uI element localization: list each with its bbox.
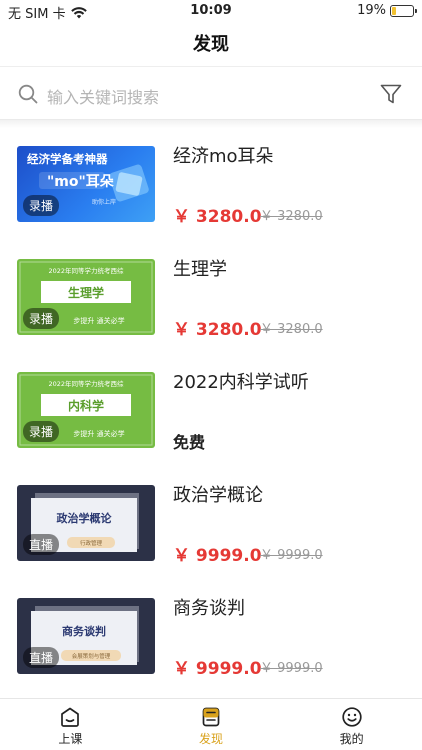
thumb-caption: 会展策划与管理 [72,652,111,660]
thumb-caption: 步提升 通关必学 [73,316,124,325]
course-title: 政治学概论 [173,485,263,506]
course-title: 商务谈判 [173,598,245,619]
course-title: 经济mo耳朵 [173,146,274,167]
smiley-icon [342,707,362,727]
course-thumbnail: 政治学概论 行政管理 直播 [17,485,155,561]
thumb-sub: 生理学 [68,285,104,300]
free-label: 免费 [173,433,206,452]
search-bar[interactable]: 输入关键词搜索 [0,66,422,120]
course-original-price: ￥ 9999.0 [260,661,323,676]
course-thumbnail: 2022年同等学力统考西综 内科学 步提升 通关必学 录播 [17,372,155,448]
course-thumbnail: 商务谈判 会展策划与管理 直播 [17,598,155,674]
thumb-caption: 助你上岸 [92,198,116,206]
course-price: ￥ 3280.0 [173,207,262,227]
discover-icon [202,707,220,727]
thumb-sub: 内科学 [68,398,104,413]
list-item[interactable]: 经济学备考神器 "mo"耳朵 助你上岸 录播 经济mo耳朵 ￥ 3280.0 ￥… [0,128,422,241]
thumb-headline: 2022年同等学力统考西综 [48,266,124,275]
thumb-headline: 经济学备考神器 [27,152,108,166]
thumb-sub: 政治学概论 [57,511,113,525]
course-type-badge: 录播 [23,421,60,442]
tab-classroom[interactable]: 上课 [0,699,141,750]
course-original-price: ￥ 3280.0 [260,209,323,224]
list-item[interactable]: 2022年同等学力统考西综 内科学 步提升 通关必学 录播 2022内科学试听 … [0,354,422,467]
course-type-badge: 录播 [23,195,60,216]
course-type-badge: 直播 [23,647,60,668]
course-original-price: ￥ 3280.0 [260,322,323,337]
course-title: 生理学 [173,259,227,280]
course-type-badge: 录播 [23,308,60,329]
course-title: 2022内科学试听 [173,372,309,393]
tab-profile[interactable]: 我的 [281,699,422,750]
battery-percent: 19% [357,3,386,18]
battery-status: 19% [357,3,417,18]
thumb-sub: "mo"耳朵 [47,174,115,190]
course-price: ￥ 3280.0 [173,320,262,340]
thumb-caption: 行政管理 [80,539,103,547]
tab-label: 上课 [58,732,83,746]
page-title: 发现 [193,34,229,55]
thumb-headline: 2022年同等学力统考西综 [48,379,124,388]
thumb-sub: 商务谈判 [62,624,106,638]
search-divider [0,120,422,128]
course-price: ￥ 9999.0 [173,546,262,566]
course-thumbnail: 经济学备考神器 "mo"耳朵 助你上岸 录播 [17,146,155,222]
search-input[interactable]: 输入关键词搜索 [47,84,159,108]
classroom-icon [61,707,80,727]
course-thumbnail: 2022年同等学力统考西综 生理学 步提升 通关必学 录播 [17,259,155,335]
tab-label: 我的 [339,732,364,746]
tab-bar: 上课 发现 我的 [0,698,422,750]
tab-discover[interactable]: 发现 [141,699,282,750]
list-item[interactable]: 2022年同等学力统考西综 生理学 步提升 通关必学 录播 生理学 ￥ 3280… [0,241,422,354]
battery-icon [390,4,417,17]
thumb-caption: 步提升 通关必学 [73,429,124,438]
search-icon [18,84,38,104]
list-item[interactable]: 政治学概论 行政管理 直播 政治学概论 ￥ 9999.0 ￥ 9999.0 [0,467,422,580]
tab-label: 发现 [199,732,224,746]
course-type-badge: 直播 [23,534,60,555]
course-original-price: ￥ 9999.0 [260,548,323,563]
list-item[interactable]: 商务谈判 会展策划与管理 直播 商务谈判 ￥ 9999.0 ￥ 9999.0 [0,580,422,693]
filter-icon[interactable] [379,82,403,106]
course-price: ￥ 9999.0 [173,659,262,679]
status-bar: 无 SIM 卡 10:09 19% [0,0,422,22]
